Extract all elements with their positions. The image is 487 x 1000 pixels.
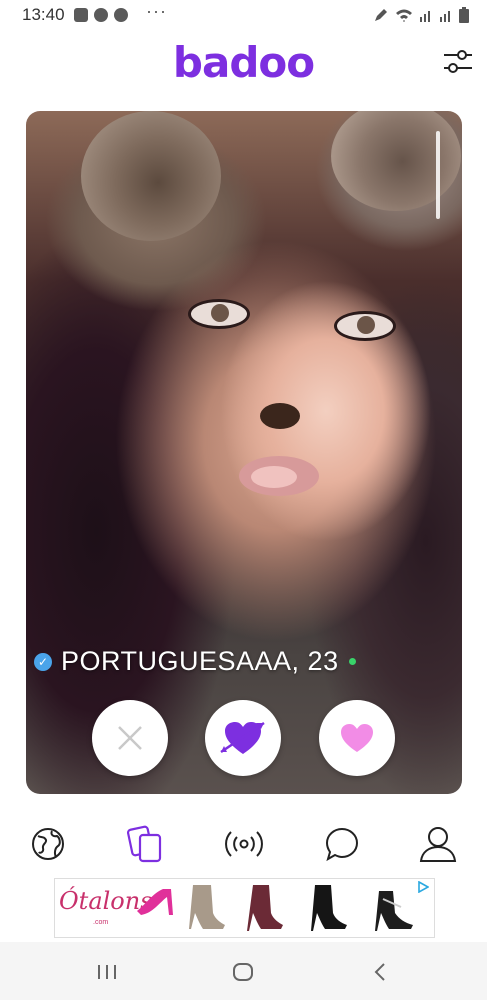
- filter-settings-icon[interactable]: [442, 47, 474, 77]
- profile-name-age: PORTUGUESAAA, 23: [61, 646, 339, 676]
- globe-icon: [32, 828, 64, 860]
- status-bar: 13:40 ···: [0, 0, 487, 30]
- system-status-icons: [373, 7, 469, 23]
- ad-choices-icon[interactable]: [417, 881, 429, 893]
- signal-icon-2: [440, 11, 450, 22]
- like-button[interactable]: [319, 700, 395, 776]
- bear-ear-left: [81, 111, 221, 241]
- ad-shoe-2: [241, 883, 287, 933]
- profile-card[interactable]: [26, 111, 462, 794]
- notification-icons: [74, 8, 128, 22]
- bear-ear-right: [331, 111, 461, 211]
- user-icon: [419, 827, 457, 862]
- pen-icon: [375, 9, 387, 21]
- close-icon: [118, 726, 142, 750]
- photo-scroll-indicator: [436, 131, 440, 219]
- right-eye: [334, 311, 396, 341]
- heart-icon: [341, 724, 373, 752]
- ad-shoe-1: [183, 883, 229, 933]
- nav-profile[interactable]: [418, 824, 458, 864]
- nav-people-nearby[interactable]: [28, 824, 68, 864]
- heart-arrow-icon: [220, 721, 265, 754]
- status-time: 13:40: [22, 5, 65, 24]
- profile-name-row: ✓ PORTUGUESAAA, 23: [34, 646, 356, 677]
- message-icon: [74, 8, 88, 22]
- nav-live[interactable]: [222, 824, 266, 864]
- nav-encounters[interactable]: [126, 824, 166, 864]
- ad-banner[interactable]: Ótalons .com: [54, 878, 435, 938]
- home-icon[interactable]: [232, 962, 254, 982]
- broadcast-icon: [225, 831, 263, 857]
- bear-nose: [260, 403, 300, 429]
- facebook-icon: [114, 8, 128, 22]
- recent-apps-icon[interactable]: [96, 964, 118, 980]
- ad-shoe-4: [371, 883, 417, 933]
- left-eye: [188, 299, 250, 329]
- verified-check-icon: ✓: [34, 652, 52, 671]
- chat-bubble-icon: [325, 827, 359, 862]
- profile-photo[interactable]: [26, 111, 462, 794]
- badoo-notification-icon: [94, 8, 108, 22]
- more-notifications-icon: ···: [146, 1, 167, 21]
- pass-button[interactable]: [92, 700, 168, 776]
- ad-shoe-3: [305, 883, 351, 933]
- badoo-logo: badoo: [172, 38, 315, 87]
- online-status-dot: [348, 658, 356, 665]
- signal-icon: [420, 11, 430, 22]
- mouth: [239, 456, 319, 496]
- heel-logo-icon: [137, 889, 173, 915]
- back-icon[interactable]: [372, 962, 388, 982]
- battery-icon: [459, 7, 469, 23]
- cards-icon: [127, 825, 162, 863]
- nav-chats[interactable]: [322, 824, 362, 864]
- system-navigation-bar: [0, 942, 487, 1000]
- crush-button[interactable]: [205, 700, 281, 776]
- wifi-icon: [396, 9, 412, 22]
- ad-brand-domain: .com: [93, 919, 109, 926]
